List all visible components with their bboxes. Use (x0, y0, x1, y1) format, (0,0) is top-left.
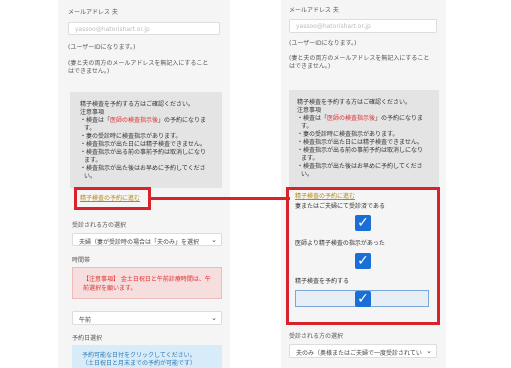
left-form-panel: メールアドレス 夫 yassoo@hatorishart.or.jp (ユーザー… (58, 0, 230, 368)
notice-line-7: ・検査指示が出た後はお早めに予約してくださ (80, 165, 206, 172)
attendee-select[interactable]: 夫婦（妻が受診時の場合は「夫のみ」を選択 ⌄ (72, 233, 222, 246)
notice-line-4: ・検査指示が出た日には精子検査できません。 (297, 139, 423, 146)
notice-line-5: ・検査指示が出る前の事前予約は取消しになり (297, 147, 424, 154)
notice-line-6: ます。 (84, 157, 102, 164)
notice-line-8: い。 (84, 173, 97, 180)
email-placeholder: yassoo@hatorishart.or.jp (296, 23, 371, 30)
attendee-label: 受診される方の選択 (72, 222, 127, 229)
email-note-1: (妻と夫の両方のメールアドレスを無記入にすること (68, 60, 209, 67)
notice-line-2: す。 (84, 125, 96, 132)
date-info: 予約可能な日付をクリックしてください。 （土日祝日と月末までの予約が可能です） (72, 345, 222, 368)
time-value: 午前 (79, 317, 92, 324)
email-note-1: (妻と夫の両方のメールアドレスを無記入にすること (289, 55, 430, 62)
alert-line-2: 前選択を願います。 (83, 285, 137, 292)
userid-note: (ユーザーIDになります。) (68, 44, 136, 51)
chevron-down-icon: ⌄ (211, 314, 217, 322)
time-alert: 【注意事項】 金土日祝日と午前診療時間は、午 前選択を願います。 (72, 267, 222, 299)
notice-box: 精子検査を予約する方はご確認ください。 注意事項 ・検査は「医師の検査指示後」の… (70, 92, 222, 188)
notice-line-2: す。 (301, 123, 313, 130)
notice-line-3: ・妻の受診時に検査指示があります。 (80, 133, 182, 140)
email-note-2: はできません。) (289, 63, 331, 70)
notice-heading: 注意事項 (297, 107, 322, 114)
info-line-1: 予約可能な日付をクリックしてください。 (82, 352, 196, 359)
highlight-connector-line (150, 197, 290, 200)
time-select[interactable]: 午前 ⌄ (72, 311, 222, 325)
notice-title: 精子検査を予約する方はご確認ください。 (80, 101, 195, 108)
notice-line-5: ・検査指示が出る前の事前予約は取消しになり (80, 149, 207, 156)
email-husband-input[interactable]: yassoo@hatorishart.or.jp (289, 19, 437, 33)
notice-emphasis: 医師の検査指示後 (327, 115, 376, 122)
notice-line-6: ます。 (301, 155, 319, 162)
notice-line-1: ・検査は「医師の検査指示後」の予約になりま (80, 117, 207, 124)
date-label: 予約日選択 (72, 335, 103, 342)
time-label: 時間帯 (72, 257, 91, 264)
notice-line-8: い。 (301, 171, 314, 178)
email-husband-input[interactable]: yassoo@hatorishart.or.jp (68, 22, 220, 35)
notice-box: 精子検査を予約する方はご確認ください。 注意事項 ・検査は「医師の検査指示後」の… (289, 90, 439, 188)
notice-title: 精子検査を予約する方はご確認ください。 (297, 99, 412, 106)
highlight-link-box (74, 187, 151, 210)
notice-emphasis: 医師の検査指示後 (110, 117, 159, 124)
notice-line-1: ・検査は「医師の検査指示後」の予約になりま (297, 115, 424, 122)
attendee-value: 夫のみ（奥様またはご夫婦で一度受診されてい (296, 350, 422, 357)
notice-heading: 注意事項 (80, 109, 105, 116)
attendee-select[interactable]: 夫のみ（奥様またはご夫婦で一度受診されてい ⌄ (289, 344, 437, 358)
notice-line-3: ・妻の受診時に検査指示があります。 (297, 131, 399, 138)
highlight-checkbox-area (286, 187, 440, 325)
info-line-2: （土日祝日と月末までの予約が可能です） (82, 360, 197, 367)
notice-line-4: ・検査指示が出た日には精子検査できません。 (80, 141, 206, 148)
attendee-label: 受診される方の選択 (289, 333, 344, 340)
notice-line-7: ・検査指示が出た後はお早めに予約してくださ (297, 163, 423, 170)
email-husband-label: メールアドレス 夫 (68, 9, 118, 16)
chevron-down-icon: ⌄ (426, 347, 432, 355)
email-note-2: はできません。) (68, 68, 110, 75)
email-husband-label: メールアドレス 夫 (289, 7, 339, 14)
attendee-value: 夫婦（妻が受診時の場合は「夫のみ」を選択 (79, 239, 200, 246)
email-placeholder: yassoo@hatorishart.or.jp (75, 26, 150, 33)
userid-note: (ユーザーIDになります。) (289, 40, 357, 47)
chevron-down-icon: ⌄ (211, 236, 217, 244)
alert-line-1: 【注意事項】 金土日祝日と午前診療時間は、午 (83, 276, 211, 283)
